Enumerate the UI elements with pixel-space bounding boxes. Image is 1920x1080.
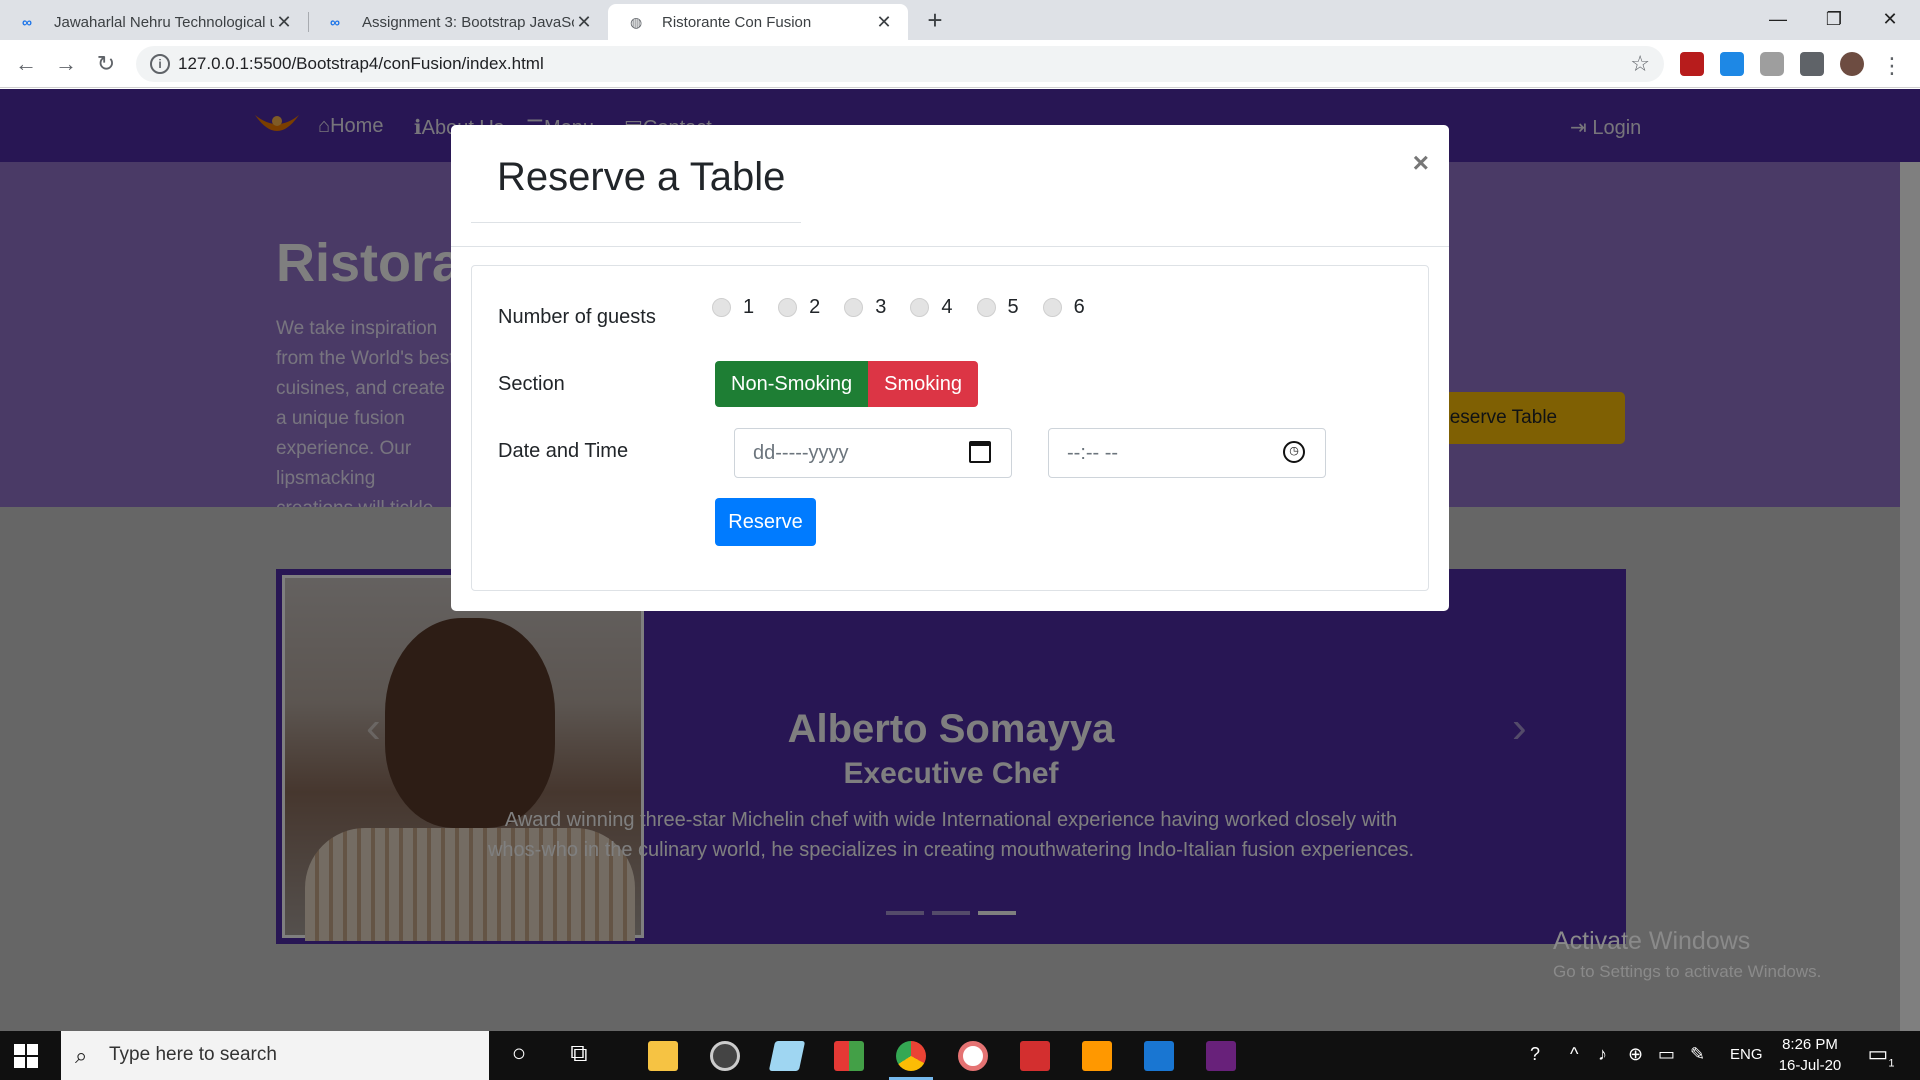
guests-option-5[interactable]: 5 <box>976 296 1019 319</box>
coursera-icon: ∞ <box>22 14 32 30</box>
tab-title: Jawaharlal Nehru Technological u <box>54 13 274 31</box>
radio-button[interactable] <box>976 298 996 317</box>
pen-icon[interactable]: ✎ <box>1690 1044 1705 1065</box>
omnibox[interactable]: i 127.0.0.1:5500/Bootstrap4/conFusion/in… <box>136 46 1664 82</box>
guests-option-6[interactable]: 6 <box>1042 296 1085 319</box>
help-icon[interactable]: ? <box>1530 1044 1540 1065</box>
camera-extension-icon[interactable] <box>1760 52 1784 76</box>
battery-icon[interactable]: ▭ <box>1658 1044 1675 1065</box>
modal-header: Reserve a Table × <box>451 125 1449 247</box>
guests-radio-group: 1 2 3 4 5 6 <box>712 296 1109 319</box>
windows-start-icon[interactable] <box>14 1044 38 1068</box>
translate-extension-icon[interactable] <box>1720 52 1744 76</box>
guests-option-3[interactable]: 3 <box>844 296 886 319</box>
new-tab-button[interactable]: + <box>920 4 950 36</box>
notifications-icon[interactable]: ▭1 <box>1866 1041 1896 1069</box>
guests-option-4[interactable]: 4 <box>910 296 953 319</box>
chrome-icon[interactable] <box>896 1041 926 1071</box>
obs-icon[interactable] <box>710 1041 740 1071</box>
section-label: Section <box>498 373 565 395</box>
activate-windows-watermark: Activate Windows Go to Settings to activ… <box>1553 927 1821 982</box>
reservation-form-card: Number of guests 1 2 3 4 5 6 Section Non… <box>471 265 1429 591</box>
language-indicator[interactable]: ENG <box>1730 1046 1763 1063</box>
clock-time: 8:26 PM <box>1782 1036 1838 1053</box>
reserve-table-modal: Reserve a Table × Number of guests 1 2 3… <box>451 125 1449 611</box>
browser-tab-3-active[interactable]: ◍ Ristorante Con Fusion ✕ <box>608 4 908 40</box>
guests-option-2[interactable]: 2 <box>778 296 820 319</box>
address-toolbar: ← → ↻ i 127.0.0.1:5500/Bootstrap4/conFus… <box>0 40 1920 88</box>
radio-button[interactable] <box>844 298 864 317</box>
tab-title: Ristorante Con Fusion <box>662 13 812 31</box>
section-button-group: Non-Smoking Smoking <box>715 361 978 407</box>
bookmark-star-icon[interactable]: ☆ <box>1630 51 1650 77</box>
browser-tab-1[interactable]: ∞ Jawaharlal Nehru Technological u ✕ <box>0 4 308 40</box>
radio-button[interactable] <box>910 298 930 317</box>
tab-close-icon[interactable]: ✕ <box>274 12 294 33</box>
tab-close-icon[interactable]: ✕ <box>874 12 894 33</box>
notification-count: 1 <box>1888 1057 1895 1070</box>
modal-close-icon[interactable]: × <box>1413 147 1429 179</box>
time-input[interactable]: --:-- -- ◷ <box>1048 428 1326 478</box>
browser-tab-bar: ∞ Jawaharlal Nehru Technological u ✕ ∞ A… <box>0 0 1920 40</box>
radio-button[interactable] <box>778 298 798 317</box>
web-page: ⌂Home ℹAbout Us ☰Menu ▤Contact ⇥ Login R… <box>0 89 1920 1031</box>
taskbar-search-placeholder: Type here to search <box>109 1044 277 1065</box>
calendar-icon[interactable] <box>969 441 991 463</box>
non-smoking-button[interactable]: Non-Smoking <box>715 361 869 407</box>
radio-button[interactable] <box>712 298 731 317</box>
tab-title: Assignment 3: Bootstrap JavaScri <box>362 13 574 31</box>
time-placeholder: --:-- -- <box>1067 442 1119 464</box>
radio-button[interactable] <box>1042 298 1062 317</box>
vscode-icon[interactable] <box>1144 1041 1174 1071</box>
clock-date: 16-Jul-20 <box>1778 1057 1842 1074</box>
watermark-line-2: Go to Settings to activate Windows. <box>1553 962 1822 981</box>
profile-avatar[interactable] <box>1840 52 1864 76</box>
tab-close-icon[interactable]: ✕ <box>574 12 594 33</box>
browser-tab-2[interactable]: ∞ Assignment 3: Bootstrap JavaScri ✕ <box>308 4 608 40</box>
search-icon: ⌕ <box>75 1043 88 1068</box>
puzzle-extensions-icon[interactable] <box>1800 52 1824 76</box>
datetime-label: Date and Time <box>498 440 629 462</box>
notes-app-icon[interactable] <box>768 1041 806 1071</box>
sublime-text-icon[interactable] <box>1082 1041 1112 1071</box>
pdf-extension-icon[interactable] <box>1680 52 1704 76</box>
smoking-button[interactable]: Smoking <box>868 361 978 407</box>
volume-icon[interactable]: ♪ <box>1598 1044 1607 1065</box>
info-icon[interactable]: i <box>150 54 170 74</box>
globe-icon: ◍ <box>630 13 643 30</box>
guests-label: Number of guests <box>498 306 656 328</box>
tray-expand-icon[interactable]: ^ <box>1570 1044 1578 1065</box>
cortana-icon[interactable]: ○ <box>504 1039 534 1069</box>
visual-studio-icon[interactable] <box>1206 1041 1236 1071</box>
url-text[interactable]: 127.0.0.1:5500/Bootstrap4/conFusion/inde… <box>178 54 544 74</box>
reserve-submit-button[interactable]: Reserve <box>715 498 816 546</box>
browser-menu-icon[interactable]: ⋮ <box>1878 52 1906 80</box>
clock-icon[interactable]: ◷ <box>1283 441 1305 463</box>
acrobat-icon[interactable] <box>1020 1041 1050 1071</box>
date-placeholder: dd-----yyyy <box>753 442 849 464</box>
reload-icon[interactable]: ↻ <box>92 50 120 78</box>
restore-icon[interactable]: ❐ <box>1806 0 1862 38</box>
windows-taskbar: ⌕ Type here to search ○ ⧉ ? ^ ♪ ⊕ ▭ ✎ EN… <box>0 1031 1920 1080</box>
task-view-icon[interactable]: ⧉ <box>564 1039 594 1069</box>
modal-title: Reserve a Table <box>471 155 801 223</box>
media-player-icon[interactable] <box>958 1041 988 1071</box>
watermark-line-1: Activate Windows <box>1553 927 1751 955</box>
date-input[interactable]: dd-----yyyy <box>734 428 1012 478</box>
guests-option-1[interactable]: 1 <box>712 296 754 319</box>
file-explorer-icon[interactable] <box>648 1041 678 1071</box>
back-arrow-icon[interactable]: ← <box>12 50 40 78</box>
office-icon[interactable] <box>834 1041 864 1071</box>
network-icon[interactable]: ⊕ <box>1628 1044 1643 1065</box>
forward-arrow-icon[interactable]: → <box>52 50 80 78</box>
taskbar-search-box[interactable]: ⌕ Type here to search <box>61 1031 489 1080</box>
coursera-icon: ∞ <box>330 14 340 30</box>
minimize-icon[interactable]: — <box>1750 0 1806 38</box>
taskbar-clock[interactable]: 8:26 PM 16-Jul-20 <box>1770 1034 1850 1076</box>
window-close-icon[interactable]: ✕ <box>1862 0 1918 38</box>
